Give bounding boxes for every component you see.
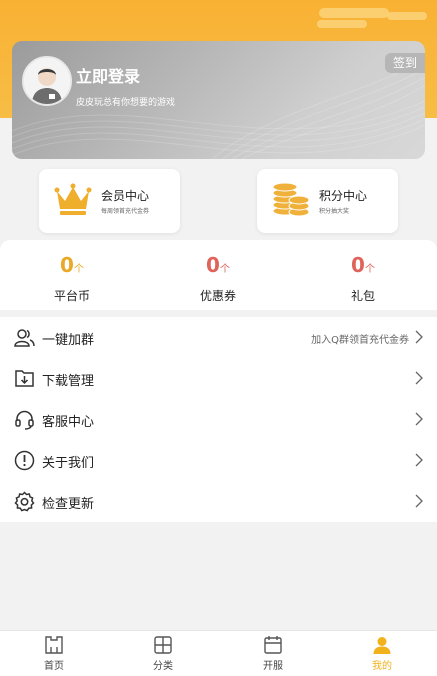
menu-item-join-group[interactable]: 一键加群 加入Q群领首充代金券 [0,317,437,358]
stat-coupon[interactable]: 0个 优惠券 [168,252,268,304]
tab-server-open[interactable]: 开服 [243,635,303,672]
stat-label: 平台币 [53,289,90,303]
stats-panel: 0个 平台币 0个 优惠券 0个 礼包 [0,240,437,310]
tab-home[interactable]: 首页 [24,635,84,672]
stat-value: 0 [351,253,365,277]
chevron-right-icon [415,330,423,344]
group-icon [14,329,35,347]
member-center-subtitle: 每周领首充代金券 [101,208,150,215]
menu-label: 一键加群 [42,333,95,348]
menu-label: 客服中心 [42,415,95,430]
category-icon [154,636,172,654]
home-icon [45,636,63,654]
stat-label: 礼包 [350,289,375,303]
crown-icon [54,183,92,215]
tab-label: 首页 [44,661,64,672]
tab-label: 开服 [263,661,283,672]
login-subtitle: 皮皮玩总有你想要的游戏 [76,98,176,108]
stat-value: 0 [60,253,74,277]
tab-mine[interactable]: 我的 [352,635,412,672]
chevron-right-icon [415,494,423,508]
coins-icon [272,182,310,217]
stat-unit: 个 [73,264,84,275]
menu-label: 关于我们 [42,456,95,471]
stat-value: 0 [206,253,220,277]
default-avatar-icon [24,58,70,104]
points-center-subtitle: 积分抽大奖 [319,208,350,215]
tab-category[interactable]: 分类 [133,635,193,672]
stat-platform-coin[interactable]: 0个 平台币 [22,252,122,304]
chevron-right-icon [415,371,423,385]
signin-button[interactable]: 签到 [385,53,425,73]
member-center-card[interactable]: 会员中心 每周领首充代金券 [39,169,180,233]
menu-label: 下载管理 [42,374,95,389]
calendar-icon [264,636,282,654]
stat-label: 优惠券 [199,289,236,303]
stat-unit: 个 [219,264,230,275]
menu-item-customer-service[interactable]: 客服中心 [0,399,437,440]
cloud-decoration [317,20,367,28]
chevron-right-icon [415,412,423,426]
menu-item-download-manager[interactable]: 下载管理 [0,358,437,399]
user-icon [373,637,391,654]
login-title[interactable]: 立即登录 [76,63,140,87]
points-center-card[interactable]: 积分中心 积分抽大奖 [257,169,398,233]
menu-item-about-us[interactable]: 关于我们 [0,440,437,481]
headset-icon [15,410,34,430]
info-icon [14,450,35,471]
cloud-decoration [319,8,389,18]
tab-label: 我的 [372,661,392,672]
member-center-title: 会员中心 [101,189,150,203]
tab-label: 分类 [153,661,173,672]
profile-card[interactable]: 立即登录 皮皮玩总有你想要的游戏 签到 [12,41,425,159]
wave-pattern [12,60,425,159]
gear-icon [14,491,35,512]
cloud-decoration [387,12,427,20]
menu-item-check-update[interactable]: 检查更新 [0,481,437,522]
download-icon [15,370,34,387]
stat-gift[interactable]: 0个 礼包 [313,252,413,304]
stat-unit: 个 [364,264,375,275]
points-center-title: 积分中心 [319,189,368,203]
avatar[interactable] [22,56,72,106]
bottom-tab-bar: 首页 分类 开服 我的 [0,630,437,676]
menu-hint: 加入Q群领首充代金券 [311,335,409,346]
settings-menu: 一键加群 加入Q群领首充代金券 下载管理 客服中心 关于我们 检查更新 [0,317,437,522]
menu-label: 检查更新 [42,497,95,512]
chevron-right-icon [415,453,423,467]
